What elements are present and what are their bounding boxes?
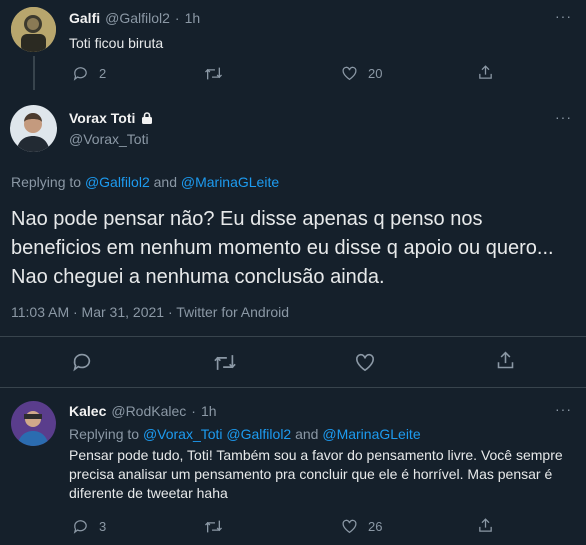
timestamp[interactable]: 1h bbox=[201, 403, 217, 419]
author-handle[interactable]: @Galfilol2 bbox=[105, 10, 170, 26]
mention-link[interactable]: @MarinaGLeite bbox=[181, 174, 279, 190]
more-options-button[interactable]: ··· bbox=[555, 8, 572, 24]
mention-link[interactable]: @MarinaGLeite bbox=[322, 426, 420, 442]
reply-icon bbox=[71, 351, 93, 373]
share-button[interactable] bbox=[477, 64, 494, 81]
reply-count: 2 bbox=[99, 66, 107, 81]
author-name[interactable]: Vorax Toti bbox=[69, 110, 135, 126]
share-icon bbox=[477, 517, 494, 534]
replying-to: Replying to @Galfilol2 and @MarinaGLeite bbox=[11, 174, 280, 190]
mention-link[interactable]: @Galfilol2 bbox=[226, 426, 291, 442]
tweet-text: Toti ficou biruta bbox=[69, 35, 164, 51]
mention-link[interactable]: @Vorax_Toti bbox=[143, 426, 223, 442]
more-options-button[interactable]: ··· bbox=[555, 109, 572, 125]
share-icon bbox=[477, 64, 494, 81]
share-button[interactable] bbox=[477, 517, 494, 534]
retweet-button[interactable] bbox=[204, 65, 223, 82]
share-button[interactable] bbox=[495, 350, 516, 371]
thread-line bbox=[33, 56, 35, 90]
replying-to: Replying to @Vorax_Toti @Galfilol2 and @… bbox=[69, 426, 421, 442]
reply-count: 3 bbox=[99, 519, 107, 534]
lock-icon bbox=[140, 111, 154, 125]
divider bbox=[0, 387, 586, 388]
reply-icon bbox=[72, 518, 89, 535]
avatar[interactable] bbox=[11, 7, 56, 52]
like-count: 26 bbox=[368, 518, 383, 534]
author-name[interactable]: Galfi bbox=[69, 10, 100, 26]
author-handle[interactable]: @RodKalec bbox=[111, 403, 186, 419]
reply-button[interactable] bbox=[71, 351, 93, 373]
share-icon bbox=[495, 350, 516, 371]
retweet-icon bbox=[204, 65, 223, 82]
mention-link[interactable]: @Galfilol2 bbox=[85, 174, 150, 190]
reply-button[interactable]: 3 bbox=[72, 518, 106, 535]
like-button[interactable]: 20 bbox=[341, 65, 382, 81]
tweet-text: Pensar pode tudo, Toti! Também sou a fav… bbox=[69, 447, 563, 501]
avatar[interactable] bbox=[11, 401, 56, 446]
heart-icon bbox=[341, 518, 358, 534]
like-button[interactable] bbox=[354, 352, 376, 372]
divider bbox=[0, 336, 586, 337]
tweet-metadata: 11:03 AM · Mar 31, 2021 · Twitter for An… bbox=[11, 304, 290, 320]
avatar[interactable] bbox=[10, 105, 57, 152]
timestamp[interactable]: 1h bbox=[185, 10, 201, 26]
reply-icon bbox=[72, 65, 89, 82]
heart-icon bbox=[341, 65, 358, 81]
tweet-text: Nao pode pensar não? Eu disse apenas q p… bbox=[11, 208, 554, 288]
like-button[interactable]: 26 bbox=[341, 518, 382, 534]
author-handle[interactable]: @Vorax_Toti bbox=[69, 131, 149, 147]
retweet-icon bbox=[213, 352, 237, 373]
retweet-icon bbox=[204, 518, 223, 535]
author-name[interactable]: Kalec bbox=[69, 403, 106, 419]
like-count: 20 bbox=[368, 65, 383, 81]
retweet-button[interactable] bbox=[213, 352, 237, 373]
more-options-button[interactable]: ··· bbox=[555, 401, 572, 417]
reply-button[interactable]: 2 bbox=[72, 65, 106, 82]
heart-icon bbox=[354, 352, 376, 372]
retweet-button[interactable] bbox=[204, 518, 223, 535]
